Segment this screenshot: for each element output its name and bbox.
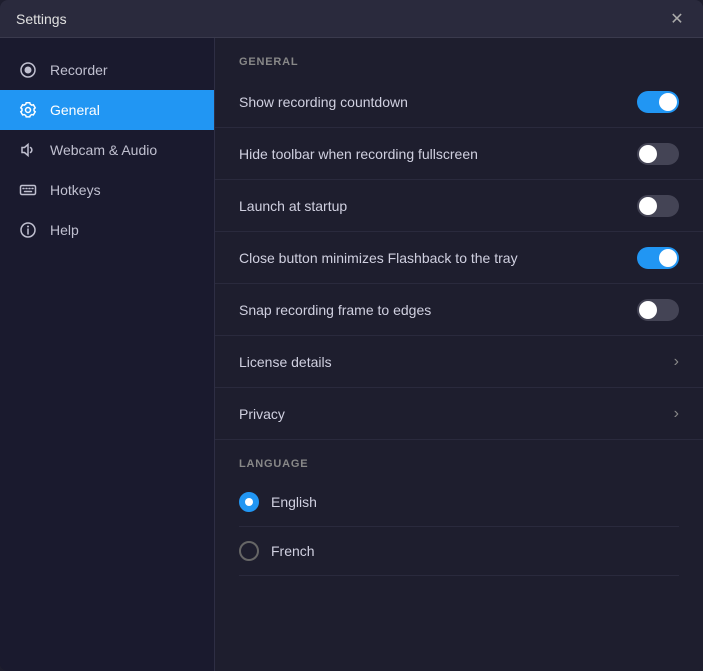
french-label: French (271, 543, 315, 559)
main-content: Recorder General Webca (0, 38, 703, 671)
sidebar-item-webcam-audio[interactable]: Webcam & Audio (0, 130, 214, 170)
toggle-knob (659, 249, 677, 267)
sidebar-item-label-webcam: Webcam & Audio (50, 142, 157, 158)
language-section: English French (215, 478, 703, 576)
chevron-right-icon: › (674, 353, 679, 371)
sidebar: Recorder General Webca (0, 38, 215, 671)
privacy-label: Privacy (239, 406, 285, 422)
launch-startup-toggle[interactable] (637, 195, 679, 217)
close-minimize-row: Close button minimizes Flashback to the … (215, 232, 703, 284)
hide-toolbar-row: Hide toolbar when recording fullscreen (215, 128, 703, 180)
close-button[interactable]: ✕ (667, 9, 687, 29)
sidebar-item-hotkeys[interactable]: Hotkeys (0, 170, 214, 210)
keyboard-icon (18, 180, 38, 200)
close-minimize-label: Close button minimizes Flashback to the … (239, 250, 518, 266)
snap-frame-label: Snap recording frame to edges (239, 302, 431, 318)
radio-french[interactable] (239, 541, 259, 561)
license-row[interactable]: License details › (215, 336, 703, 388)
record-icon (18, 60, 38, 80)
gear-icon (18, 100, 38, 120)
settings-window: Settings ✕ Recorder (0, 0, 703, 671)
settings-panel: GENERAL Show recording countdown Hide to… (215, 38, 703, 671)
sidebar-item-label-help: Help (50, 222, 79, 238)
radio-english[interactable] (239, 492, 259, 512)
language-section-header: LANGUAGE (215, 440, 703, 478)
hide-toolbar-label: Hide toolbar when recording fullscreen (239, 146, 478, 162)
toggle-knob (659, 93, 677, 111)
window-title: Settings (16, 11, 67, 27)
sidebar-item-help[interactable]: Help (0, 210, 214, 250)
launch-startup-label: Launch at startup (239, 198, 347, 214)
privacy-row[interactable]: Privacy › (215, 388, 703, 440)
show-countdown-row: Show recording countdown (215, 76, 703, 128)
show-countdown-toggle[interactable] (637, 91, 679, 113)
speaker-icon (18, 140, 38, 160)
snap-frame-row: Snap recording frame to edges (215, 284, 703, 336)
sidebar-item-general[interactable]: General (0, 90, 214, 130)
show-countdown-label: Show recording countdown (239, 94, 408, 110)
general-section-header: GENERAL (215, 38, 703, 76)
language-option-english[interactable]: English (239, 478, 679, 527)
toggle-knob (639, 145, 657, 163)
hide-toolbar-toggle[interactable] (637, 143, 679, 165)
sidebar-item-label-general: General (50, 102, 100, 118)
radio-inner-english (245, 498, 253, 506)
license-label: License details (239, 354, 332, 370)
info-icon (18, 220, 38, 240)
sidebar-item-label-recorder: Recorder (50, 62, 108, 78)
titlebar: Settings ✕ (0, 0, 703, 38)
toggle-knob (639, 197, 657, 215)
snap-frame-toggle[interactable] (637, 299, 679, 321)
sidebar-item-recorder[interactable]: Recorder (0, 50, 214, 90)
sidebar-item-label-hotkeys: Hotkeys (50, 182, 101, 198)
chevron-right-icon: › (674, 405, 679, 423)
close-minimize-toggle[interactable] (637, 247, 679, 269)
english-label: English (271, 494, 317, 510)
toggle-knob (639, 301, 657, 319)
language-option-french[interactable]: French (239, 527, 679, 576)
launch-startup-row: Launch at startup (215, 180, 703, 232)
